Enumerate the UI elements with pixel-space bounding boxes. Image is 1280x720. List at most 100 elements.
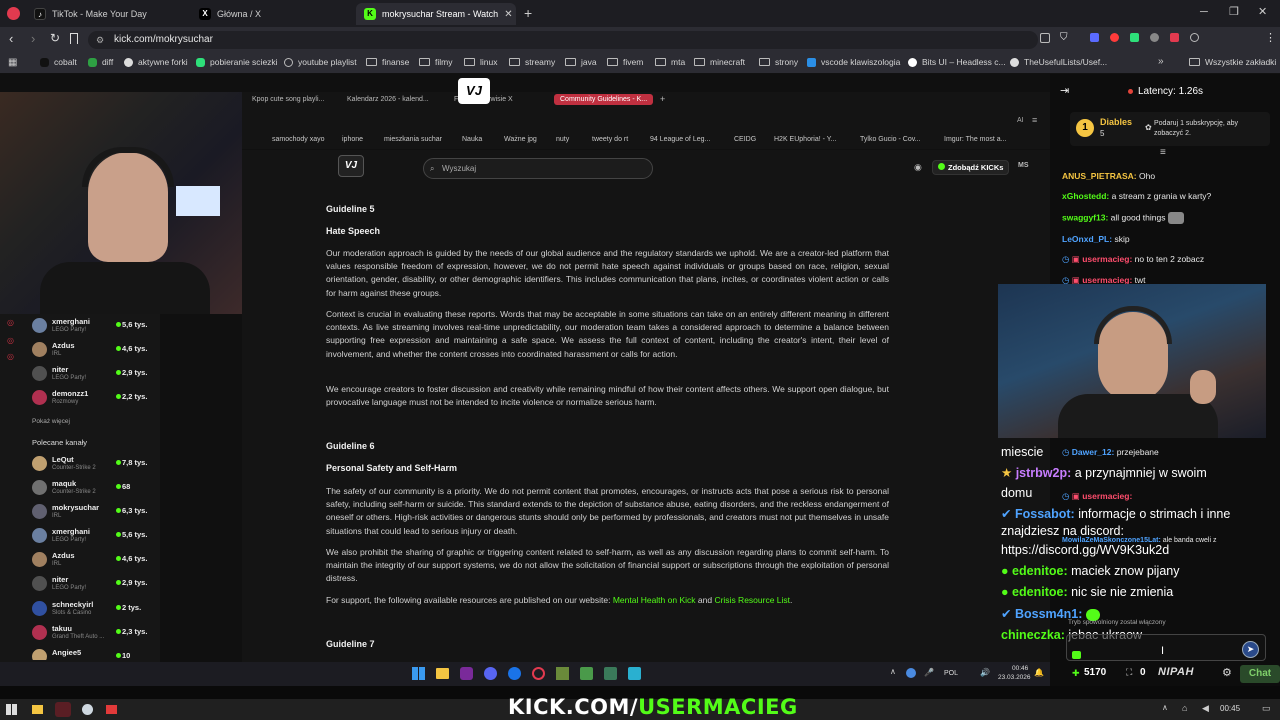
- collapse-chat-icon[interactable]: ⇥: [1060, 84, 1069, 97]
- extension-icon[interactable]: [1110, 33, 1119, 42]
- inner-tab: Kpop cute song playli...: [252, 96, 325, 103]
- bookmark-item[interactable]: diff: [88, 57, 113, 67]
- extension-icon[interactable]: [1130, 33, 1139, 42]
- webcam-monitor: [176, 186, 220, 216]
- browser-logo-icon[interactable]: [7, 7, 20, 20]
- bookmark-label: fivem: [623, 57, 644, 67]
- bookmark-folder[interactable]: mta: [655, 57, 685, 67]
- maximize-icon[interactable]: ❐: [1229, 5, 1239, 18]
- extension-icon[interactable]: [1170, 33, 1179, 42]
- close-window-icon[interactable]: ✕: [1258, 5, 1267, 18]
- extension-icon[interactable]: [1150, 33, 1159, 42]
- viewer-count: 5,6 tys.: [122, 530, 148, 539]
- download-icon: [196, 57, 205, 67]
- chat-username: usermacieg:: [1082, 254, 1133, 264]
- shield-icon[interactable]: ⛉: [1060, 32, 1068, 43]
- bookmark-item[interactable]: cobalt: [40, 57, 77, 67]
- bookmark-item[interactable]: vscode klawiszologia: [807, 57, 900, 67]
- channel-name: LeQut: [52, 455, 74, 464]
- notification-bell-icon: 🔔: [1034, 668, 1044, 677]
- avatar: [32, 625, 47, 640]
- volume-icon[interactable]: ◀: [1202, 703, 1209, 714]
- share-icon[interactable]: [1040, 33, 1050, 43]
- bookmark-icon[interactable]: [70, 33, 78, 44]
- close-tab-icon[interactable]: ✕: [504, 9, 512, 20]
- folder-icon: [607, 58, 618, 66]
- notification-icon[interactable]: ▭: [1262, 703, 1271, 714]
- settings-gear-icon[interactable]: ⚙: [1222, 666, 1232, 679]
- menu-icon[interactable]: ⋮: [1265, 31, 1276, 44]
- bookmark-folder[interactable]: linux: [464, 57, 497, 67]
- extension-icon[interactable]: [1190, 33, 1199, 42]
- avatar: [32, 649, 47, 660]
- tray-chevron-icon[interactable]: ∧: [1162, 703, 1168, 712]
- inner-menu-icon: ≡: [1032, 115, 1038, 125]
- browser-taskbar-icon[interactable]: [55, 702, 71, 717]
- site-settings-icon[interactable]: ⚙: [96, 31, 104, 49]
- more-bookmarks-icon[interactable]: »: [1158, 56, 1164, 67]
- url-input[interactable]: ⚙ kick.com/mokrysuchar: [88, 31, 1038, 49]
- channel-name: schneckyirl: [52, 600, 94, 609]
- chat-input[interactable]: I ➤: [1066, 634, 1266, 661]
- back-icon[interactable]: ‹: [9, 31, 13, 46]
- apps-icon[interactable]: ▦: [8, 57, 17, 68]
- bookmark-folder[interactable]: minecraft: [694, 57, 745, 67]
- bits-icon: [908, 57, 917, 67]
- minimize-icon[interactable]: ─: [1200, 6, 1208, 18]
- discord-icon: [484, 667, 497, 680]
- bookmark-folder[interactable]: fivem: [607, 57, 643, 67]
- inner-ai-icon: AI: [1017, 117, 1024, 124]
- app-icon: [628, 667, 641, 680]
- folder-icon: [759, 58, 770, 66]
- chat-text: przejebane: [1116, 447, 1159, 457]
- extension-icon[interactable]: [1090, 33, 1099, 42]
- chat-settings-icon[interactable]: ≡: [1160, 147, 1166, 158]
- tab-tiktok[interactable]: ♪ TikTok - Make Your Day: [26, 3, 186, 25]
- bookmark-folder[interactable]: java: [565, 57, 597, 67]
- lock-count[interactable]: 0: [1140, 667, 1146, 678]
- app-icon: [460, 667, 473, 680]
- show-more-link: Pokaż więcej: [32, 418, 70, 425]
- bookmark-folder[interactable]: finanse: [366, 57, 409, 67]
- bookmark-item[interactable]: youtube playlist: [284, 57, 357, 67]
- kicks-count[interactable]: 5170: [1084, 667, 1106, 678]
- bookmark-item[interactable]: pobieranie sciezki: [196, 57, 278, 67]
- chat-send-button[interactable]: Chat: [1240, 665, 1280, 683]
- app-icon[interactable]: [106, 705, 117, 714]
- bookmark-folder[interactable]: filmy: [419, 57, 452, 67]
- explorer-icon[interactable]: [32, 705, 43, 714]
- nipah-brand[interactable]: NIPAH: [1158, 666, 1194, 678]
- app-icon[interactable]: [82, 704, 93, 715]
- network-icon[interactable]: ⌂: [1182, 703, 1187, 713]
- emote-picker-icon[interactable]: [1072, 651, 1081, 659]
- inner-bookmark: mieszkania suchar: [384, 136, 442, 143]
- live-dot: [116, 580, 121, 585]
- sidebar-icon: ◎: [7, 318, 14, 327]
- viewer-count: 6,3 tys.: [122, 506, 148, 515]
- tab-x[interactable]: X Główna / X: [191, 3, 351, 25]
- tab-kick-stream[interactable]: K mokrysuchar Stream - Watch ✕: [356, 3, 516, 25]
- send-icon[interactable]: ➤: [1242, 641, 1259, 658]
- bookmark-item[interactable]: Bits UI – Headless c...: [908, 57, 1006, 67]
- bookmark-folder[interactable]: strony: [759, 57, 798, 67]
- inner-bookmark: Tylko Gucio - Cov...: [860, 136, 921, 143]
- bookmark-label: finanse: [382, 57, 410, 67]
- inner-bookmark: Imgur: The most a...: [944, 136, 1007, 143]
- avatar: [32, 528, 47, 543]
- bookmark-item[interactable]: aktywne forki: [124, 57, 188, 67]
- reload-icon[interactable]: ↻: [50, 31, 60, 45]
- viewer-count: 10: [122, 651, 131, 660]
- chat-message: xGhostedd: a stream z grania w karty?: [1062, 191, 1211, 201]
- gift-leaderboard[interactable]: 1 Diables 5 ✿ Podaruj 1 subskrypcję, aby…: [1070, 112, 1270, 146]
- windows-start-icon[interactable]: [6, 704, 17, 715]
- all-bookmarks-folder[interactable]: Wszystkie zakładki: [1189, 57, 1276, 67]
- extensions-area: ⛉ ⋮: [1040, 31, 1280, 49]
- guideline-title: Guideline 5: [326, 204, 375, 214]
- facecam-headphones: [1094, 306, 1172, 344]
- forward-icon[interactable]: ›: [31, 31, 35, 46]
- banner-prefix: KICK.COM/: [508, 695, 639, 719]
- bookmark-item[interactable]: TheUsefulLists/Usef...: [1010, 57, 1107, 67]
- tray-chevron-icon: ∧: [890, 667, 896, 676]
- bookmark-folder[interactable]: streamy: [509, 57, 555, 67]
- new-tab-icon[interactable]: +: [524, 5, 532, 21]
